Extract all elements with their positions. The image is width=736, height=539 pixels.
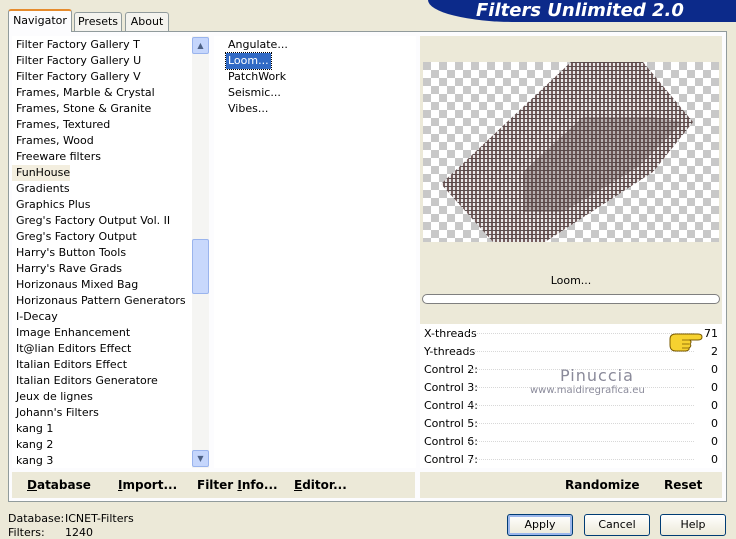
watermark-site: www.maidiregrafica.eu <box>530 385 645 396</box>
filter-info-button[interactable]: Filter Info... <box>197 478 278 492</box>
filter-item[interactable]: Seismic... <box>226 85 283 101</box>
control-slider[interactable] <box>468 441 694 442</box>
filter-list[interactable]: Angulate... Loom... PatchWork Seismic... Vib… <box>214 36 416 468</box>
control-label: X-threads <box>424 327 477 340</box>
category-item[interactable]: Image Enhancement <box>12 325 130 341</box>
status-database-label: Database: <box>8 512 65 525</box>
category-item[interactable]: Frames, Textured <box>12 117 110 133</box>
reset-button[interactable]: Reset <box>664 478 702 492</box>
scroll-thumb[interactable] <box>192 239 209 294</box>
category-item[interactable]: Gradients <box>12 181 70 197</box>
control-label: Control 6: <box>424 435 478 448</box>
control-slider[interactable] <box>468 405 694 406</box>
status-filters-value: 1240 <box>65 526 93 539</box>
randomize-button[interactable]: Randomize <box>565 478 639 492</box>
control-value: 0 <box>711 417 718 430</box>
category-item[interactable]: Filter Factory Gallery T <box>12 37 140 53</box>
filter-item[interactable]: Vibes... <box>226 101 270 117</box>
filter-name-label: Loom... <box>550 274 592 287</box>
category-item[interactable]: FunHouse <box>12 165 71 181</box>
banner-title: Filters Unlimited 2.0 <box>428 0 736 22</box>
scroll-up-button[interactable]: ▲ <box>192 37 209 54</box>
category-item[interactable]: kang 2 <box>12 437 53 453</box>
chevron-down-icon: ▼ <box>197 454 204 463</box>
category-item[interactable]: Jeux de lignes <box>12 389 93 405</box>
category-item[interactable]: Greg's Factory Output <box>12 229 137 245</box>
category-item[interactable]: Filter Factory Gallery V <box>12 69 141 85</box>
category-item[interactable]: I-Decay <box>12 309 58 325</box>
control-value: 0 <box>711 435 718 448</box>
category-item[interactable]: Filter Factory Gallery U <box>12 53 141 69</box>
control-row[interactable]: Control 5: 0 <box>420 415 722 433</box>
help-button[interactable]: Help <box>660 514 726 536</box>
control-row[interactable]: Control 7: 0 <box>420 451 722 469</box>
chevron-up-icon: ▲ <box>197 41 204 50</box>
control-slider[interactable] <box>468 459 694 460</box>
control-label: Control 4: <box>424 399 478 412</box>
category-item[interactable]: Frames, Wood <box>12 133 94 149</box>
category-item[interactable]: Frames, Stone & Granite <box>12 101 151 117</box>
progress-bar <box>422 294 720 304</box>
control-value: 0 <box>711 399 718 412</box>
control-row[interactable]: Control 4: 0 <box>420 397 722 415</box>
editor-button[interactable]: Editor... <box>294 478 347 492</box>
control-slider[interactable] <box>468 423 694 424</box>
category-item[interactable]: Frames, Marble & Crystal <box>12 85 155 101</box>
control-label: Control 3: <box>424 381 478 394</box>
status-database-value: ICNET-Filters <box>65 512 134 525</box>
import-button[interactable]: Import... <box>118 478 177 492</box>
control-label: Y-threads <box>424 345 476 358</box>
category-item[interactable]: Harry's Rave Grads <box>12 261 122 277</box>
status-filters-label: Filters: <box>8 526 45 539</box>
filter-item[interactable]: Loom... <box>225 52 272 70</box>
tab-navigator[interactable]: Navigator <box>8 9 72 32</box>
category-item[interactable]: Greg's Factory Output Vol. II <box>12 213 170 229</box>
category-list[interactable]: Filter Factory Gallery T Filter Factory G… <box>12 36 192 468</box>
database-button[interactable]: Database <box>27 478 91 492</box>
apply-button[interactable]: Apply <box>507 514 573 536</box>
category-scrollbar[interactable]: ▲ ▼ <box>192 36 209 468</box>
category-item[interactable]: Horizonaus Pattern Generators <box>12 293 186 309</box>
category-item[interactable]: Freeware filters <box>12 149 101 165</box>
tab-about[interactable]: About <box>125 12 169 31</box>
control-value: 0 <box>711 453 718 466</box>
control-value: 71 <box>704 327 718 340</box>
control-value: 0 <box>711 381 718 394</box>
category-item[interactable]: Horizonaus Mixed Bag <box>12 277 138 293</box>
filter-item[interactable]: Angulate... <box>226 37 290 53</box>
control-label: Control 2: <box>424 363 478 376</box>
pointing-hand-icon <box>668 330 704 355</box>
control-row[interactable]: Control 6: 0 <box>420 433 722 451</box>
category-item[interactable]: kang 3 <box>12 453 53 469</box>
preview-svg <box>423 62 719 242</box>
tab-presets[interactable]: Presets <box>74 12 122 31</box>
category-item[interactable]: It@lian Editors Effect <box>12 341 131 357</box>
category-item[interactable]: Harry's Button Tools <box>12 245 126 261</box>
preview-image <box>423 62 719 242</box>
filter-item[interactable]: PatchWork <box>226 69 288 85</box>
category-item[interactable]: Italian Editors Effect <box>12 357 127 373</box>
category-item[interactable]: kang 1 <box>12 421 53 437</box>
control-slider[interactable] <box>468 351 694 352</box>
category-item[interactable]: Graphics Plus <box>12 197 90 213</box>
scroll-down-button[interactable]: ▼ <box>192 450 209 467</box>
control-value: 0 <box>711 363 718 376</box>
control-label: Control 5: <box>424 417 478 430</box>
control-slider[interactable] <box>468 333 694 334</box>
control-value: 2 <box>711 345 718 358</box>
category-item[interactable]: Johann's Filters <box>12 405 99 421</box>
control-label: Control 7: <box>424 453 478 466</box>
cancel-button[interactable]: Cancel <box>584 514 650 536</box>
category-item[interactable]: Italian Editors Generatore <box>12 373 158 389</box>
watermark-name: Pinuccia <box>560 366 634 385</box>
